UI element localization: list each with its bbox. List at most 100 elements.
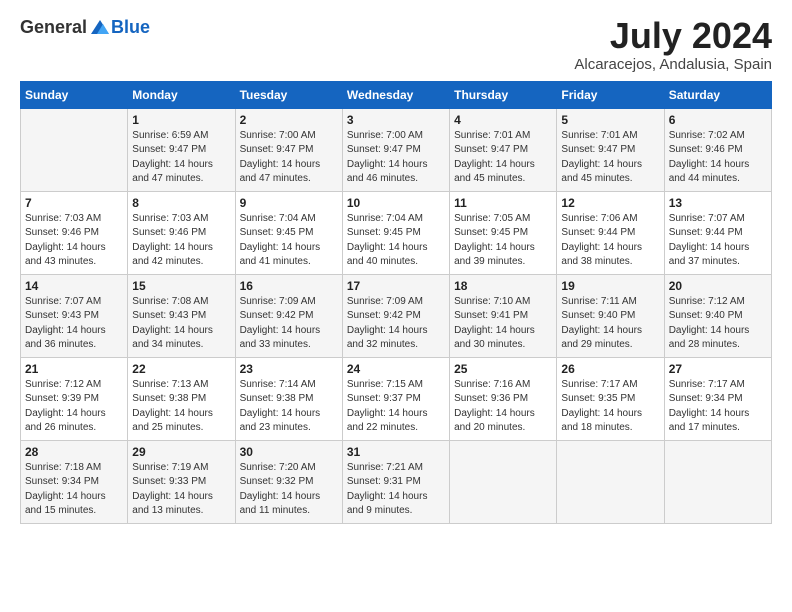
calendar-cell: 28 Sunrise: 7:18 AM Sunset: 9:34 PM Dayli… <box>21 440 128 523</box>
column-header-thursday: Thursday <box>450 81 557 108</box>
calendar-cell: 21 Sunrise: 7:12 AM Sunset: 9:39 PM Dayli… <box>21 357 128 440</box>
calendar-cell: 5Sunrise: 7:01 AM Sunset: 9:47 PM Daylig… <box>557 108 664 191</box>
calendar-table: SundayMondayTuesdayWednesdayThursdayFrid… <box>20 81 772 524</box>
month-year-title: July 2024 <box>574 16 772 56</box>
calendar-cell: 3 Sunrise: 7:00 AM Sunset: 9:47 PM Daylig… <box>342 108 449 191</box>
calendar-cell: 15 Sunrise: 7:08 AM Sunset: 9:43 PM Dayli… <box>128 274 235 357</box>
day-info: Sunrise: 7:21 AM Sunset: 9:31 PM Dayligh… <box>347 461 445 519</box>
day-number: 23 <box>240 362 338 376</box>
calendar-week-row: 21 Sunrise: 7:12 AM Sunset: 9:39 PM Dayli… <box>21 357 772 440</box>
day-number: 30 <box>240 445 338 459</box>
calendar-header-row: SundayMondayTuesdayWednesdayThursdayFrid… <box>21 81 772 108</box>
column-header-saturday: Saturday <box>664 81 771 108</box>
day-number: 20 <box>669 279 767 293</box>
day-info: Sunrise: 7:05 AM Sunset: 9:45 PM Dayligh… <box>454 212 552 270</box>
calendar-cell: 29 Sunrise: 7:19 AM Sunset: 9:33 PM Dayli… <box>128 440 235 523</box>
day-info: Sunrise: 7:09 AM Sunset: 9:42 PM Dayligh… <box>240 295 338 353</box>
calendar-cell: 10 Sunrise: 7:04 AM Sunset: 9:45 PM Dayli… <box>342 191 449 274</box>
day-info: Sunrise: 7:03 AM Sunset: 9:46 PM Dayligh… <box>25 212 123 270</box>
calendar-cell: 12Sunrise: 7:06 AM Sunset: 9:44 PM Dayli… <box>557 191 664 274</box>
day-info: Sunrise: 7:11 AM Sunset: 9:40 PM Dayligh… <box>561 295 659 353</box>
day-number: 22 <box>132 362 230 376</box>
calendar-week-row: 1 Sunrise: 6:59 AM Sunset: 9:47 PM Daylig… <box>21 108 772 191</box>
day-number: 12 <box>561 196 659 210</box>
day-number: 4 <box>454 113 552 127</box>
day-number: 1 <box>132 113 230 127</box>
day-number: 27 <box>669 362 767 376</box>
day-info: Sunrise: 7:13 AM Sunset: 9:38 PM Dayligh… <box>132 378 230 436</box>
day-info: Sunrise: 7:17 AM Sunset: 9:35 PM Dayligh… <box>561 378 659 436</box>
day-number: 16 <box>240 279 338 293</box>
calendar-cell: 1 Sunrise: 6:59 AM Sunset: 9:47 PM Daylig… <box>128 108 235 191</box>
calendar-cell: 17 Sunrise: 7:09 AM Sunset: 9:42 PM Dayli… <box>342 274 449 357</box>
calendar-cell: 22 Sunrise: 7:13 AM Sunset: 9:38 PM Dayli… <box>128 357 235 440</box>
calendar-cell: 25 Sunrise: 7:16 AM Sunset: 9:36 PM Dayli… <box>450 357 557 440</box>
calendar-cell: 19 Sunrise: 7:11 AM Sunset: 9:40 PM Dayli… <box>557 274 664 357</box>
day-number: 24 <box>347 362 445 376</box>
day-number: 2 <box>240 113 338 127</box>
calendar-cell: 2Sunrise: 7:00 AM Sunset: 9:47 PM Daylig… <box>235 108 342 191</box>
calendar-cell: 20 Sunrise: 7:12 AM Sunset: 9:40 PM Dayli… <box>664 274 771 357</box>
day-number: 29 <box>132 445 230 459</box>
calendar-cell: 18 Sunrise: 7:10 AM Sunset: 9:41 PM Dayli… <box>450 274 557 357</box>
day-info: Sunrise: 7:00 AM Sunset: 9:47 PM Dayligh… <box>347 129 445 187</box>
day-info: Sunrise: 7:04 AM Sunset: 9:45 PM Dayligh… <box>347 212 445 270</box>
day-number: 28 <box>25 445 123 459</box>
day-number: 10 <box>347 196 445 210</box>
day-info: Sunrise: 7:03 AM Sunset: 9:46 PM Dayligh… <box>132 212 230 270</box>
calendar-cell: 14Sunrise: 7:07 AM Sunset: 9:43 PM Dayli… <box>21 274 128 357</box>
calendar-cell <box>557 440 664 523</box>
column-header-wednesday: Wednesday <box>342 81 449 108</box>
day-info: Sunrise: 7:12 AM Sunset: 9:39 PM Dayligh… <box>25 378 123 436</box>
day-number: 15 <box>132 279 230 293</box>
day-number: 18 <box>454 279 552 293</box>
day-info: Sunrise: 7:07 AM Sunset: 9:43 PM Dayligh… <box>25 295 123 353</box>
logo-text-blue: Blue <box>111 17 150 38</box>
day-info: Sunrise: 7:18 AM Sunset: 9:34 PM Dayligh… <box>25 461 123 519</box>
calendar-cell: 13Sunrise: 7:07 AM Sunset: 9:44 PM Dayli… <box>664 191 771 274</box>
calendar-cell: 16 Sunrise: 7:09 AM Sunset: 9:42 PM Dayli… <box>235 274 342 357</box>
calendar-body: 1 Sunrise: 6:59 AM Sunset: 9:47 PM Daylig… <box>21 108 772 523</box>
column-header-friday: Friday <box>557 81 664 108</box>
calendar-cell <box>450 440 557 523</box>
column-header-tuesday: Tuesday <box>235 81 342 108</box>
page-header: General Blue July 2024 Alcaracejos, Anda… <box>20 16 772 73</box>
calendar-cell: 26 Sunrise: 7:17 AM Sunset: 9:35 PM Dayli… <box>557 357 664 440</box>
calendar-cell: 4 Sunrise: 7:01 AM Sunset: 9:47 PM Daylig… <box>450 108 557 191</box>
logo-text-general: General <box>20 17 87 38</box>
day-info: Sunrise: 7:10 AM Sunset: 9:41 PM Dayligh… <box>454 295 552 353</box>
calendar-cell: 27 Sunrise: 7:17 AM Sunset: 9:34 PM Dayli… <box>664 357 771 440</box>
day-info: Sunrise: 7:19 AM Sunset: 9:33 PM Dayligh… <box>132 461 230 519</box>
calendar-week-row: 28 Sunrise: 7:18 AM Sunset: 9:34 PM Dayli… <box>21 440 772 523</box>
day-number: 6 <box>669 113 767 127</box>
day-number: 17 <box>347 279 445 293</box>
day-info: Sunrise: 7:17 AM Sunset: 9:34 PM Dayligh… <box>669 378 767 436</box>
calendar-cell: 30Sunrise: 7:20 AM Sunset: 9:32 PM Dayli… <box>235 440 342 523</box>
day-info: Sunrise: 7:16 AM Sunset: 9:36 PM Dayligh… <box>454 378 552 436</box>
day-info: Sunrise: 7:01 AM Sunset: 9:47 PM Dayligh… <box>454 129 552 187</box>
day-info: Sunrise: 6:59 AM Sunset: 9:47 PM Dayligh… <box>132 129 230 187</box>
day-number: 31 <box>347 445 445 459</box>
day-info: Sunrise: 7:15 AM Sunset: 9:37 PM Dayligh… <box>347 378 445 436</box>
day-info: Sunrise: 7:14 AM Sunset: 9:38 PM Dayligh… <box>240 378 338 436</box>
day-number: 19 <box>561 279 659 293</box>
calendar-cell: 9 Sunrise: 7:04 AM Sunset: 9:45 PM Daylig… <box>235 191 342 274</box>
calendar-week-row: 14Sunrise: 7:07 AM Sunset: 9:43 PM Dayli… <box>21 274 772 357</box>
day-info: Sunrise: 7:04 AM Sunset: 9:45 PM Dayligh… <box>240 212 338 270</box>
day-number: 11 <box>454 196 552 210</box>
calendar-cell: 11 Sunrise: 7:05 AM Sunset: 9:45 PM Dayli… <box>450 191 557 274</box>
day-number: 3 <box>347 113 445 127</box>
day-number: 25 <box>454 362 552 376</box>
day-number: 21 <box>25 362 123 376</box>
day-number: 9 <box>240 196 338 210</box>
calendar-cell: 6Sunrise: 7:02 AM Sunset: 9:46 PM Daylig… <box>664 108 771 191</box>
day-number: 26 <box>561 362 659 376</box>
day-info: Sunrise: 7:08 AM Sunset: 9:43 PM Dayligh… <box>132 295 230 353</box>
calendar-cell: 24 Sunrise: 7:15 AM Sunset: 9:37 PM Dayli… <box>342 357 449 440</box>
calendar-cell <box>664 440 771 523</box>
day-number: 5 <box>561 113 659 127</box>
day-number: 7 <box>25 196 123 210</box>
day-info: Sunrise: 7:09 AM Sunset: 9:42 PM Dayligh… <box>347 295 445 353</box>
calendar-cell: 8Sunrise: 7:03 AM Sunset: 9:46 PM Daylig… <box>128 191 235 274</box>
day-info: Sunrise: 7:12 AM Sunset: 9:40 PM Dayligh… <box>669 295 767 353</box>
